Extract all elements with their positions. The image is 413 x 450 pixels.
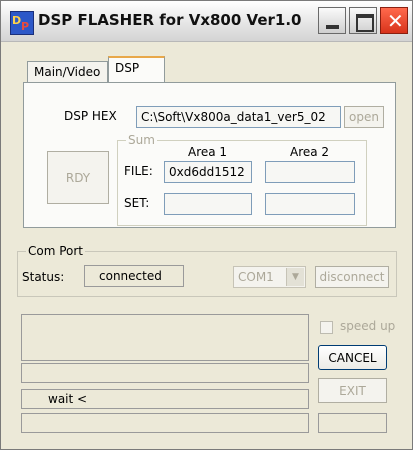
dsp-hex-path-field[interactable]: C:\Soft\Vx800a_data1_ver5_02 (136, 106, 341, 128)
status-label: Status: (22, 270, 65, 284)
message-line-box (21, 413, 309, 433)
exit-button[interactable]: EXIT (318, 378, 387, 403)
speed-up-label: speed up (340, 319, 396, 333)
chevron-down-icon[interactable]: ▼ (286, 268, 304, 286)
rdy-button[interactable]: RDY (47, 151, 109, 204)
main-window: DP DSP FLASHER for Vx800 Ver1.0 ✕ Main/V… (0, 0, 413, 450)
com-port-selected: COM1 (238, 270, 274, 284)
sum-group-title: Sum (126, 133, 157, 147)
wait-status-box: wait < (21, 389, 309, 409)
disconnect-button[interactable]: disconnect (315, 266, 389, 288)
tab-dsp[interactable]: DSP (108, 56, 165, 85)
com-port-select[interactable]: COM1 ▼ (233, 266, 306, 288)
tab-main-video[interactable]: Main/Video (27, 61, 108, 83)
set-area1-field[interactable] (164, 193, 252, 215)
speed-up-checkbox[interactable] (320, 321, 333, 334)
title-bar[interactable]: DP DSP FLASHER for Vx800 Ver1.0 ✕ (1, 1, 412, 42)
progress-box (21, 363, 309, 383)
maximize-icon (356, 14, 374, 32)
close-icon: ✕ (387, 9, 404, 33)
cancel-button[interactable]: CANCEL (318, 345, 387, 370)
status-value: connected (84, 265, 184, 287)
file-label: FILE: (124, 164, 153, 178)
extra-status-box (318, 413, 387, 433)
status-message-box (21, 314, 309, 361)
com-port-group: Com Port Status: connected COM1 ▼ discon… (17, 244, 397, 297)
dsp-tab-panel: DSP HEX C:\Soft\Vx800a_data1_ver5_02 ope… (23, 82, 396, 228)
window-title: DSP FLASHER for Vx800 Ver1.0 (38, 11, 302, 29)
com-port-group-title: Com Port (26, 244, 86, 258)
area1-header: Area 1 (188, 145, 228, 159)
dsp-hex-label: DSP HEX (64, 109, 117, 123)
area2-header: Area 2 (290, 145, 330, 159)
maximize-button[interactable] (349, 7, 377, 34)
minimize-icon (326, 25, 339, 29)
set-area2-field[interactable] (265, 193, 355, 215)
dsp-flasher-app-icon[interactable]: DP (10, 11, 34, 35)
set-label: SET: (124, 196, 150, 210)
file-area1-field[interactable]: 0xd6dd1512 (164, 161, 252, 183)
close-button[interactable]: ✕ (380, 7, 408, 34)
wait-status-text: wait < (48, 392, 88, 406)
file-area2-field[interactable] (265, 161, 355, 183)
minimize-button[interactable] (318, 7, 346, 34)
sum-group: Sum Area 1 Area 2 FILE: 0xd6dd1512 SET: (117, 133, 367, 226)
open-button[interactable]: open (344, 106, 384, 128)
